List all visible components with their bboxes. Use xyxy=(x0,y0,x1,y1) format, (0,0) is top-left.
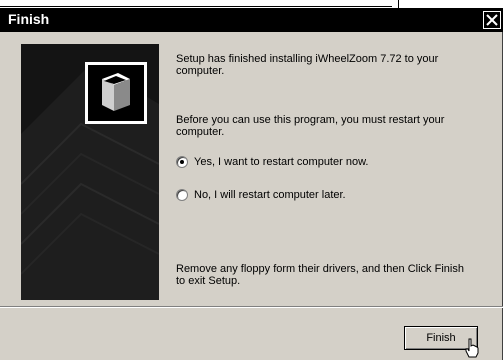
restart-prompt: Before you can use this program, you mus… xyxy=(176,114,445,138)
installed-message: Setup has finished installing iWheelZoom… xyxy=(176,53,439,77)
radio-button-restart-now[interactable] xyxy=(176,156,188,168)
title-bar[interactable]: Finish xyxy=(0,8,503,32)
close-icon xyxy=(486,14,498,26)
button-area-separator xyxy=(0,306,503,308)
finish-button-label: Finish xyxy=(426,332,456,344)
option-label: No, I will restart computer later. xyxy=(194,189,346,201)
setup-side-panel xyxy=(21,44,159,300)
background-window xyxy=(0,0,504,8)
radio-button-restart-later[interactable] xyxy=(176,189,188,201)
setup-logo xyxy=(85,62,147,124)
option-restart-later[interactable]: No, I will restart computer later. xyxy=(176,187,346,203)
close-button[interactable] xyxy=(483,11,501,29)
window-title: Finish xyxy=(8,11,50,27)
option-restart-now[interactable]: Yes, I want to restart computer now. xyxy=(176,154,368,170)
option-label: Yes, I want to restart computer now. xyxy=(194,156,369,168)
radio-selected-dot xyxy=(180,160,184,164)
finish-dialog: Finish Setup has finished installing iWh… xyxy=(0,8,503,360)
hand-pointer-icon xyxy=(465,338,479,358)
background-window-divider xyxy=(398,0,399,8)
setup-box-icon xyxy=(102,73,130,111)
floppy-notice: Remove any floppy form their drivers, an… xyxy=(176,263,464,287)
background-window-edge xyxy=(0,0,392,7)
